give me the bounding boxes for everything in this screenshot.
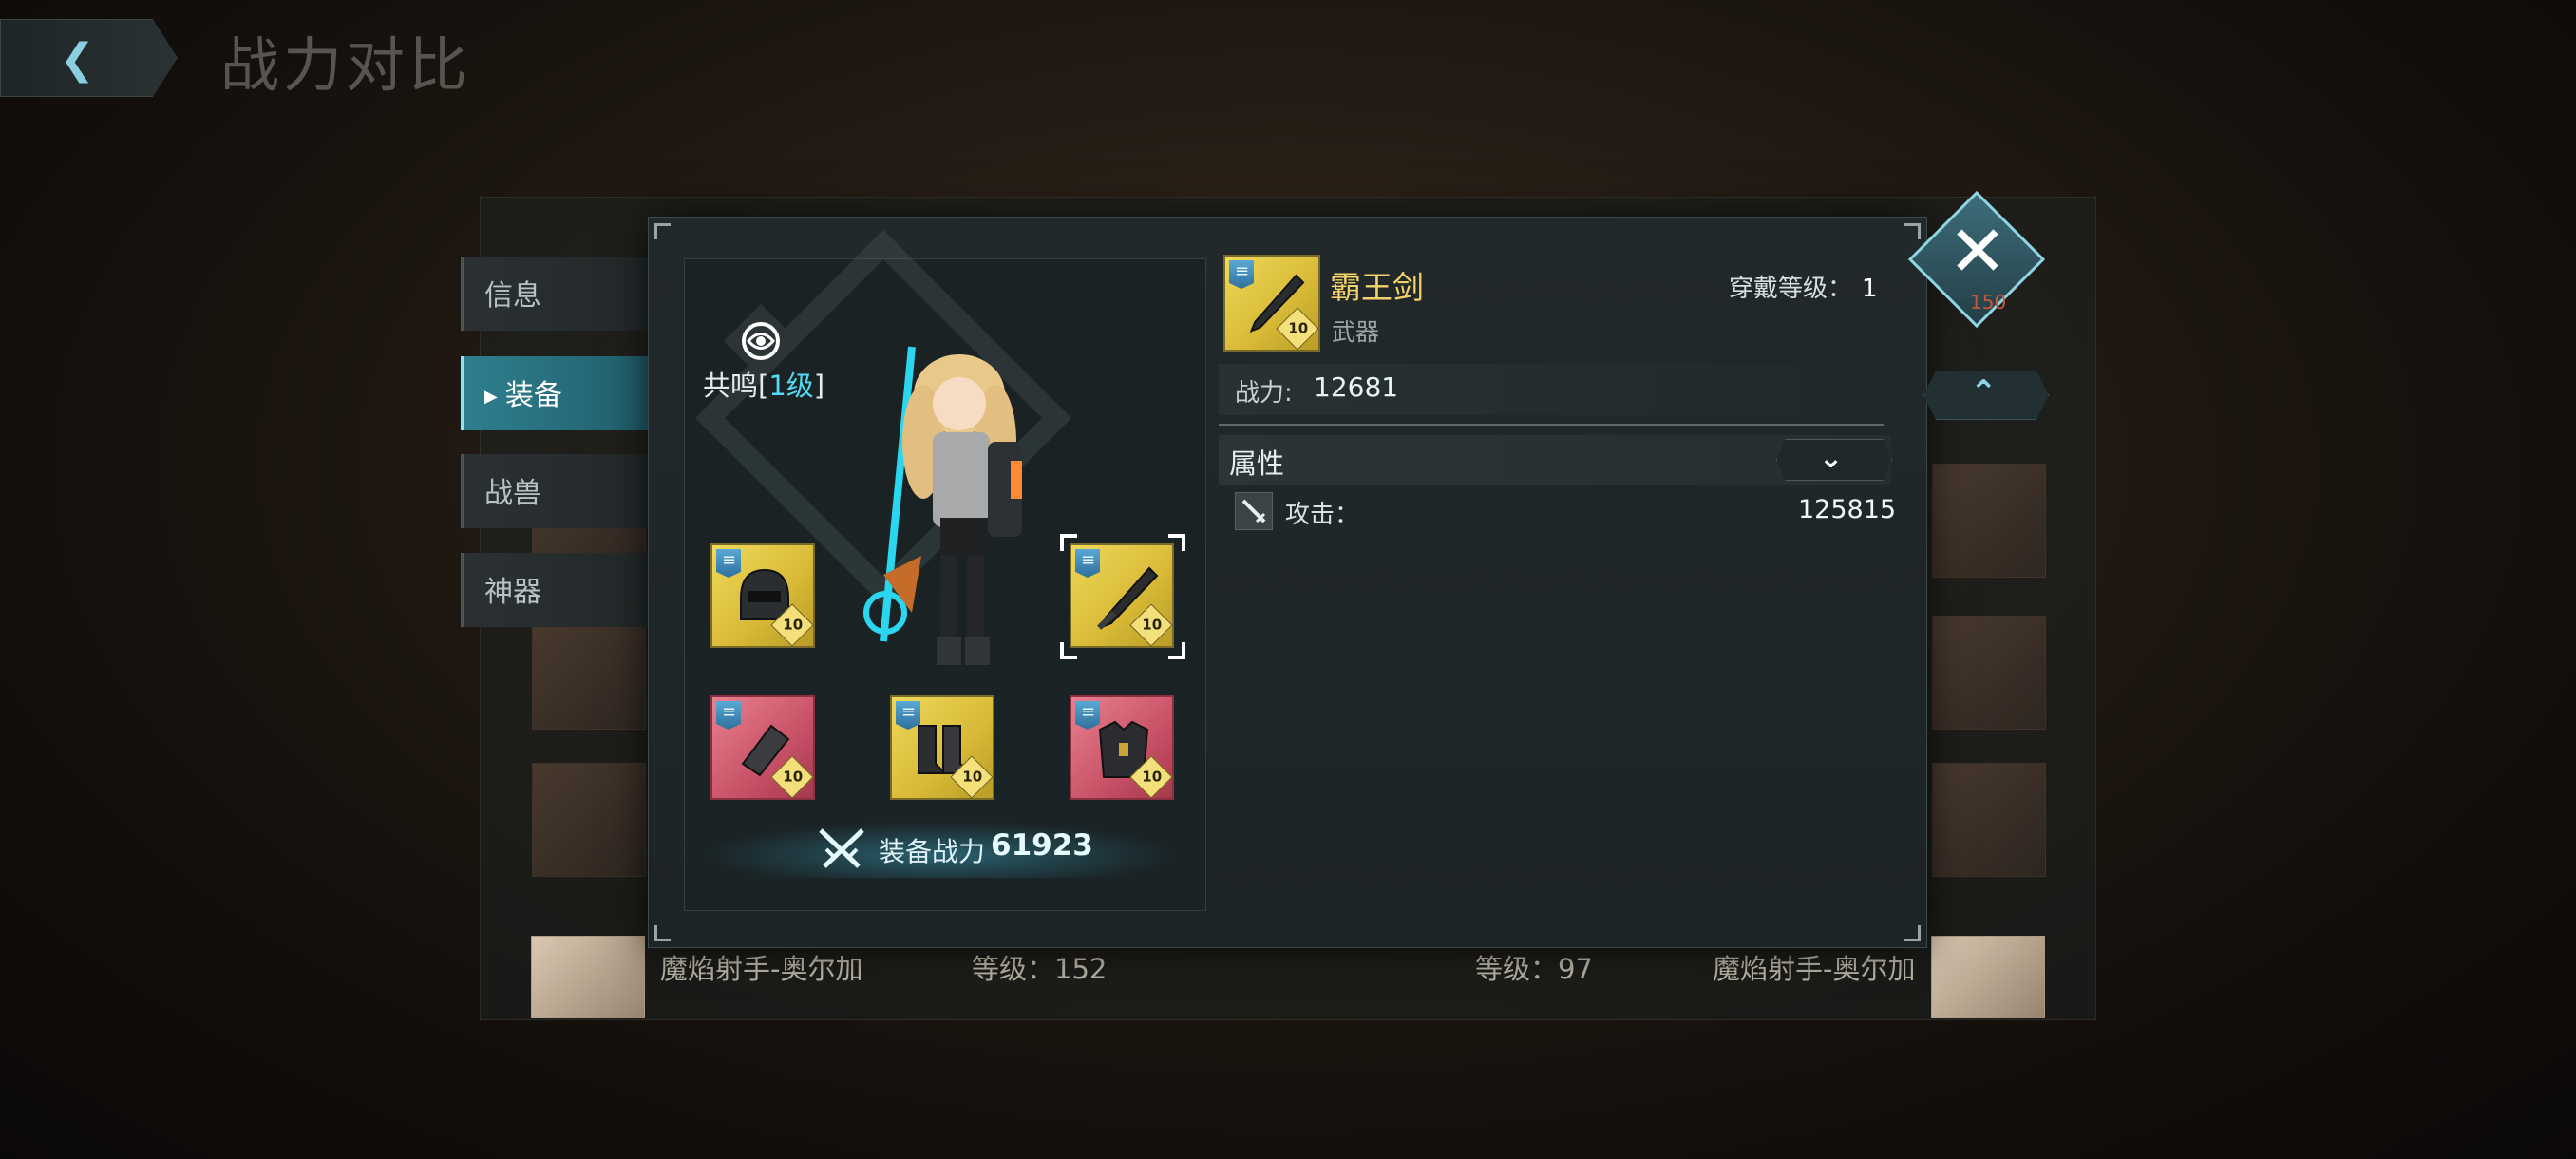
tab-info[interactable]: 信息 [461, 256, 651, 331]
divider [1219, 424, 1884, 426]
avatar [1932, 616, 2046, 730]
right-hero-level: 等级：97 [1475, 953, 1593, 985]
chevron-left-icon: ❮ [60, 35, 95, 84]
equip-power-label: 装备战力 [879, 836, 986, 867]
selection-corner [1168, 534, 1185, 551]
badge-number: 150 [1970, 291, 2007, 314]
avatar [1932, 763, 2046, 877]
frame-corner [654, 925, 671, 941]
level-number: 10 [1142, 616, 1163, 634]
wear-level-label: 穿戴等级： [1729, 275, 1853, 303]
wear-level: 穿戴等级： 1 [1729, 269, 1878, 304]
item-name: 霸王剑 [1330, 269, 1424, 306]
avatar [532, 763, 646, 877]
back-button[interactable]: ❮ [0, 19, 178, 97]
equip-slot-helmet[interactable]: 10 [710, 543, 815, 648]
chevron-up-icon: ⌃ [1970, 373, 1998, 411]
left-hero-level: 等级：152 [972, 953, 1108, 985]
resonance-level: 1级 [768, 370, 814, 402]
avatar [1932, 464, 2046, 578]
right-hero-name: 魔焰射手-奥尔加 [1713, 953, 1916, 985]
frame-corner [1904, 223, 1921, 239]
tab-label: 信息 [484, 279, 541, 313]
level-number: 10 [962, 768, 983, 786]
chevron-down-icon: ⌄ [1819, 442, 1844, 475]
bracket: ] [813, 370, 825, 402]
triangle-right-icon: ▶ [484, 387, 498, 407]
attack-label: 攻击： [1285, 501, 1360, 529]
level-number: 10 [783, 616, 804, 634]
frame-corner [1904, 925, 1921, 941]
tab-beast[interactable]: 战兽 [461, 454, 651, 528]
attributes-toggle-button[interactable]: ⌄ [1776, 439, 1892, 481]
left-hero-name: 魔焰射手-奥尔加 [660, 953, 863, 985]
tab-label: 战兽 [484, 477, 541, 510]
attack-value: 125815 [1798, 495, 1897, 524]
page-title: 战力对比 [220, 30, 472, 100]
equip-slot-weapon[interactable]: 10 [1070, 543, 1174, 648]
equip-power-value: 61923 [991, 828, 1093, 863]
avatar [531, 936, 645, 1018]
level-number: 10 [1142, 768, 1163, 786]
bracket: [ [758, 370, 769, 402]
selection-corner [1168, 642, 1185, 659]
wear-level-value: 1 [1862, 275, 1878, 303]
crossed-swords-icon [819, 828, 864, 868]
item-type: 武器 [1332, 318, 1380, 346]
tab-label: 装备 [504, 379, 562, 412]
collapse-button[interactable]: ⌃ [1923, 370, 2049, 420]
character-illustration [863, 346, 1022, 665]
item-detail-icon: 10 [1223, 255, 1320, 352]
sword-icon [1235, 492, 1273, 530]
level-number: 10 [783, 768, 804, 786]
resonance-label: 共鸣[1级] [703, 364, 824, 404]
tab-equipment[interactable]: ▶ 装备 [461, 356, 674, 430]
tab-artifact[interactable]: 神器 [461, 553, 651, 627]
avatar [532, 616, 646, 730]
frame-corner [654, 223, 671, 239]
selection-corner [1060, 534, 1077, 551]
attributes-label: 属性 [1229, 447, 1285, 480]
selection-corner [1060, 642, 1077, 659]
equip-slot-boots[interactable]: 10 [890, 695, 994, 800]
tab-label: 神器 [484, 576, 541, 609]
equip-slot-armor[interactable]: 10 [1070, 695, 1174, 800]
item-power-label: 战力: [1235, 379, 1293, 408]
resonance-text: 共鸣 [703, 370, 759, 402]
avatar [1931, 936, 2045, 1018]
level-number: 10 [1288, 319, 1309, 337]
item-power-value: 12681 [1314, 371, 1399, 403]
equip-slot-gauntlet[interactable]: 10 [710, 695, 815, 800]
